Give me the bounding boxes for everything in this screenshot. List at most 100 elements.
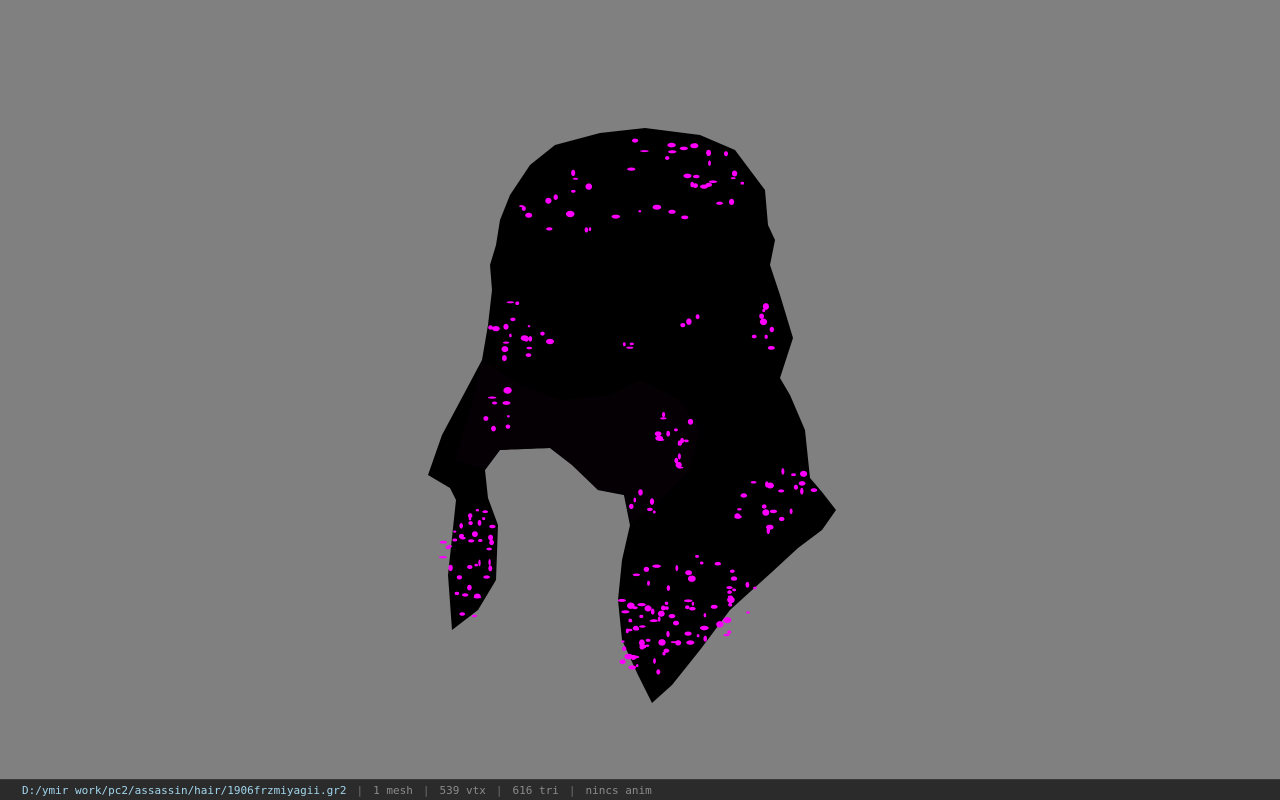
texture-speckle bbox=[684, 631, 692, 636]
texture-speckle bbox=[632, 138, 639, 143]
texture-speckle bbox=[525, 353, 532, 357]
texture-speckle bbox=[673, 620, 679, 626]
texture-speckle bbox=[478, 539, 483, 542]
texture-speckle bbox=[632, 625, 639, 631]
texture-speckle bbox=[468, 521, 473, 526]
texture-speckle bbox=[695, 555, 700, 558]
texture-speckle bbox=[655, 435, 664, 441]
texture-speckle bbox=[689, 606, 696, 611]
texture-speckle bbox=[643, 566, 650, 572]
texture-speckle bbox=[686, 640, 695, 645]
texture-speckle bbox=[471, 531, 478, 537]
texture-speckle bbox=[769, 326, 774, 333]
texture-speckle bbox=[515, 301, 520, 306]
texture-speckle bbox=[728, 602, 733, 607]
texture-speckle bbox=[639, 625, 646, 628]
texture-speckle bbox=[708, 160, 711, 166]
texture-speckle bbox=[668, 150, 677, 154]
texture-speckle bbox=[766, 482, 774, 489]
texture-speckle bbox=[675, 565, 679, 572]
texture-speckle bbox=[753, 586, 757, 590]
texture-speckle bbox=[662, 412, 666, 418]
texture-speckle bbox=[660, 417, 667, 420]
texture-speckle bbox=[708, 180, 718, 183]
texture-speckle bbox=[644, 605, 652, 612]
texture-speckle bbox=[545, 197, 552, 204]
texture-speckle bbox=[778, 489, 785, 493]
texture-speckle bbox=[680, 323, 686, 328]
texture-speckle bbox=[445, 545, 451, 550]
texture-speckle bbox=[731, 170, 738, 177]
texture-speckle bbox=[520, 335, 529, 341]
texture-speckle bbox=[781, 468, 785, 475]
texture-speckle bbox=[486, 547, 493, 551]
texture-speckle bbox=[716, 201, 723, 205]
texture-speckle bbox=[729, 198, 735, 205]
texture-speckle bbox=[769, 509, 778, 514]
texture-speckle bbox=[501, 346, 509, 353]
texture-speckle bbox=[502, 341, 510, 344]
texture-speckle bbox=[647, 580, 650, 586]
texture-speckle bbox=[716, 621, 724, 628]
texture-speckle bbox=[650, 608, 655, 615]
texture-speckle bbox=[668, 614, 676, 619]
texture-speckle bbox=[621, 640, 625, 643]
texture-speckle bbox=[677, 440, 681, 445]
texture-speckle bbox=[468, 539, 475, 543]
texture-speckle bbox=[666, 430, 671, 437]
texture-speckle bbox=[710, 604, 718, 609]
texture-speckle bbox=[800, 470, 808, 477]
texture-speckle bbox=[629, 342, 634, 346]
texture-speckle bbox=[540, 331, 545, 336]
texture-speckle bbox=[652, 564, 661, 568]
texture-speckle bbox=[800, 487, 804, 495]
texture-speckle bbox=[633, 497, 637, 503]
texture-speckle bbox=[565, 210, 575, 218]
texture-speckle bbox=[679, 146, 688, 151]
texture-speckle bbox=[638, 210, 642, 213]
texture-speckle bbox=[528, 336, 533, 342]
hair-mesh-model[interactable] bbox=[0, 0, 1280, 779]
texture-speckle bbox=[585, 183, 593, 190]
texture-speckle bbox=[571, 169, 576, 177]
texture-speckle bbox=[693, 143, 698, 147]
texture-speckle bbox=[734, 515, 742, 519]
texture-speckle bbox=[767, 346, 775, 350]
texture-speckle bbox=[687, 575, 696, 582]
mesh-count-label: 1 mesh bbox=[373, 783, 413, 797]
texture-speckle bbox=[750, 481, 757, 484]
vertex-count-label: 539 vtx bbox=[439, 783, 486, 797]
texture-speckle bbox=[724, 151, 728, 157]
texture-speckle bbox=[759, 318, 768, 326]
texture-speckle bbox=[483, 416, 489, 421]
texture-speckle bbox=[667, 142, 676, 148]
texture-speckle bbox=[683, 173, 692, 179]
texture-speckle bbox=[502, 401, 511, 405]
texture-speckle bbox=[452, 538, 458, 542]
texture-speckle bbox=[628, 618, 632, 622]
texture-speckle bbox=[507, 415, 510, 418]
texture-speckle bbox=[647, 507, 653, 512]
texture-speckle bbox=[467, 584, 472, 591]
texture-speckle bbox=[706, 149, 712, 157]
texture-speckle bbox=[625, 628, 629, 634]
3d-viewport[interactable] bbox=[0, 0, 1280, 779]
texture-speckle bbox=[619, 659, 626, 665]
texture-speckle bbox=[723, 633, 730, 637]
texture-speckle bbox=[639, 614, 644, 619]
status-separator: | bbox=[422, 783, 430, 797]
texture-speckle bbox=[474, 563, 479, 567]
texture-speckle bbox=[468, 516, 472, 521]
texture-speckle bbox=[793, 484, 799, 490]
texture-speckle bbox=[621, 610, 630, 614]
texture-speckle bbox=[740, 181, 745, 185]
texture-speckle bbox=[764, 334, 768, 339]
texture-speckle bbox=[572, 177, 579, 180]
texture-speckle bbox=[658, 639, 666, 646]
texture-speckle bbox=[584, 227, 589, 233]
texture-speckle bbox=[700, 184, 709, 189]
texture-speckle bbox=[696, 634, 700, 638]
texture-speckle bbox=[635, 664, 639, 668]
texture-speckle bbox=[475, 509, 480, 512]
texture-speckle bbox=[477, 519, 482, 526]
